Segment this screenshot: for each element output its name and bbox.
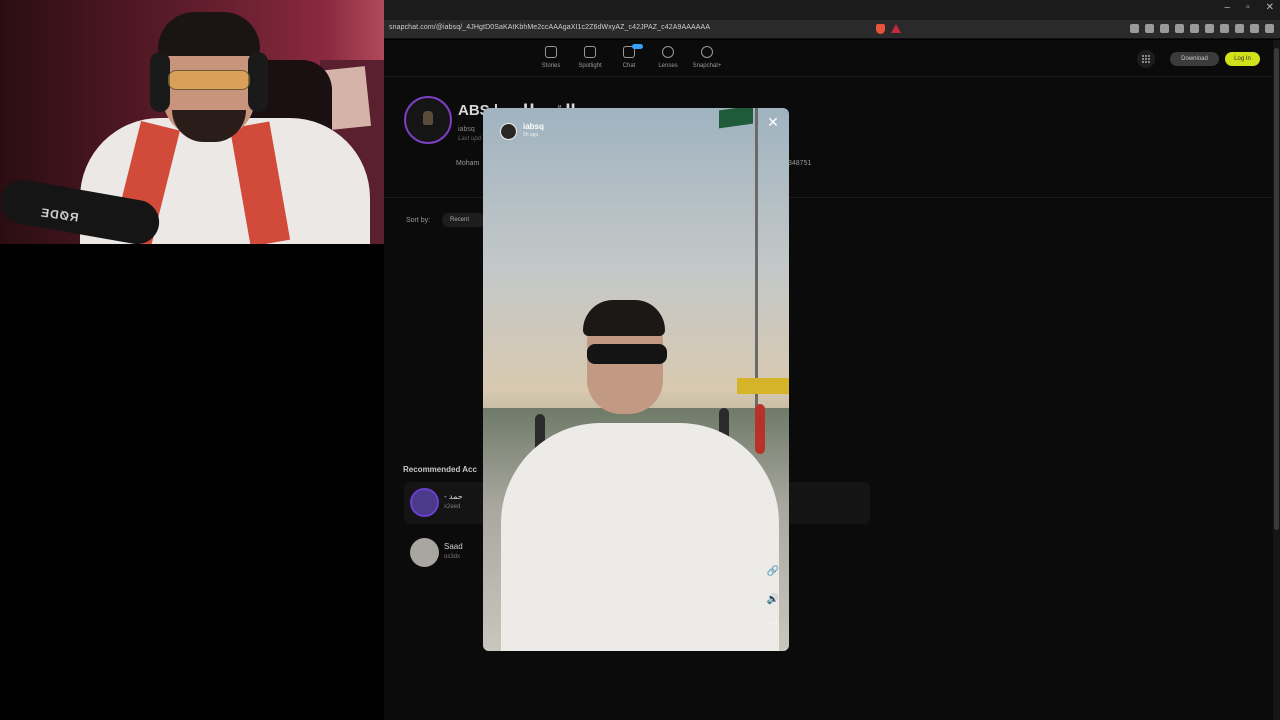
extension-icon[interactable]: [1130, 24, 1139, 33]
nav-lenses[interactable]: Lenses: [655, 46, 681, 69]
puzzle-icon[interactable]: [1235, 24, 1244, 33]
story-author-avatar[interactable]: [500, 123, 517, 140]
sort-dropdown[interactable]: Recent: [442, 213, 486, 227]
profile-bio-end: 348751: [788, 160, 812, 167]
wallet-icon[interactable]: [1220, 24, 1229, 33]
close-window-button[interactable]: ✕: [1266, 2, 1274, 13]
window-controls: – ▫ ✕: [1225, 2, 1275, 13]
stories-icon: [545, 46, 557, 58]
profile-last-updated: Last upd: [458, 136, 482, 142]
story-viewer[interactable]: iabsq 9h ago ✕ 🔗 🔊 ⋯: [483, 108, 789, 651]
extension-icon[interactable]: [1175, 24, 1184, 33]
lenses-icon: [662, 46, 674, 58]
nav-items: Stories Spotlight Chat Lenses Snapchat+: [538, 44, 722, 69]
avatar: [410, 538, 439, 567]
new-badge: [632, 44, 643, 49]
nav-stories[interactable]: Stories: [538, 46, 564, 69]
nav-label: Chat: [622, 63, 636, 69]
menu-icon[interactable]: [1265, 24, 1274, 33]
streamer-hair: [158, 12, 260, 56]
recommended-title: Recommended Acc: [403, 465, 477, 474]
minimize-button[interactable]: –: [1225, 2, 1231, 13]
building: [737, 378, 789, 394]
story-subject-hair: [583, 300, 665, 336]
address-bar[interactable]: snapchat.com/@iabsq/_4JHgtD0SaKAtKbhMe2c…: [384, 20, 1280, 39]
headphones: [248, 52, 268, 112]
story-timestamp: 9h ago: [523, 132, 539, 138]
nav-label: Lenses: [658, 63, 678, 69]
shield-icon[interactable]: [1250, 24, 1259, 33]
address-bar-icons: [876, 24, 901, 34]
sidebar-icon[interactable]: [1205, 24, 1214, 33]
account-username: os3dx: [444, 554, 461, 560]
story-subject-thobe: [501, 423, 779, 651]
profile-avatar[interactable]: [404, 96, 452, 144]
nav-snapchat-plus[interactable]: Snapchat+: [692, 46, 722, 69]
profile-username: iabsq: [458, 126, 475, 133]
nav-chat[interactable]: Chat: [616, 44, 643, 69]
more-options-icon[interactable]: ⋯: [765, 618, 781, 629]
webcam-overlay: RØDE: [0, 0, 384, 244]
account-username: x2eed: [444, 504, 461, 510]
story-author-username[interactable]: iabsq: [523, 122, 544, 131]
avatar: [410, 488, 439, 517]
extension-icon[interactable]: [1190, 24, 1199, 33]
flag: [719, 108, 753, 129]
link-icon[interactable]: 🔗: [765, 566, 781, 577]
snapchat-plus-icon: [701, 46, 713, 58]
close-icon[interactable]: ✕: [765, 114, 781, 131]
extension-icon[interactable]: [1145, 24, 1154, 33]
account-name: - حمد: [444, 492, 463, 501]
nav-label: Spotlight: [578, 63, 602, 69]
scrollbar-thumb[interactable]: [1274, 48, 1279, 530]
headphones: [150, 52, 170, 112]
spotlight-icon: [584, 46, 596, 58]
account-name: Saad: [444, 542, 463, 551]
extension-icons: [1130, 24, 1274, 33]
nav-label: Stories: [541, 63, 561, 69]
download-button[interactable]: Download: [1170, 52, 1219, 66]
glasses: [168, 70, 250, 90]
chat-icon: [623, 44, 643, 58]
sort-label: Sort by:: [406, 217, 431, 224]
brave-rewards-icon[interactable]: [891, 24, 901, 33]
profile-bio: Moham: [456, 160, 480, 167]
page-scrollbar[interactable]: [1273, 40, 1280, 720]
nav-spotlight[interactable]: Spotlight: [577, 46, 603, 69]
url-text[interactable]: snapchat.com/@iabsq/_4JHgtD0SaKAtKbhMe2c…: [389, 24, 710, 31]
apps-grid-button[interactable]: [1137, 50, 1155, 68]
sunglasses: [587, 344, 667, 364]
brave-shield-icon[interactable]: [876, 24, 885, 34]
nav-label: Snapchat+: [692, 63, 722, 69]
snapchat-nav-bar: Stories Spotlight Chat Lenses Snapchat+: [384, 40, 1280, 77]
maximize-button[interactable]: ▫: [1246, 2, 1250, 13]
extension-icon[interactable]: [1160, 24, 1169, 33]
bystander: [755, 404, 765, 454]
login-button[interactable]: Log In: [1225, 52, 1260, 66]
sound-icon[interactable]: 🔊: [765, 594, 781, 605]
